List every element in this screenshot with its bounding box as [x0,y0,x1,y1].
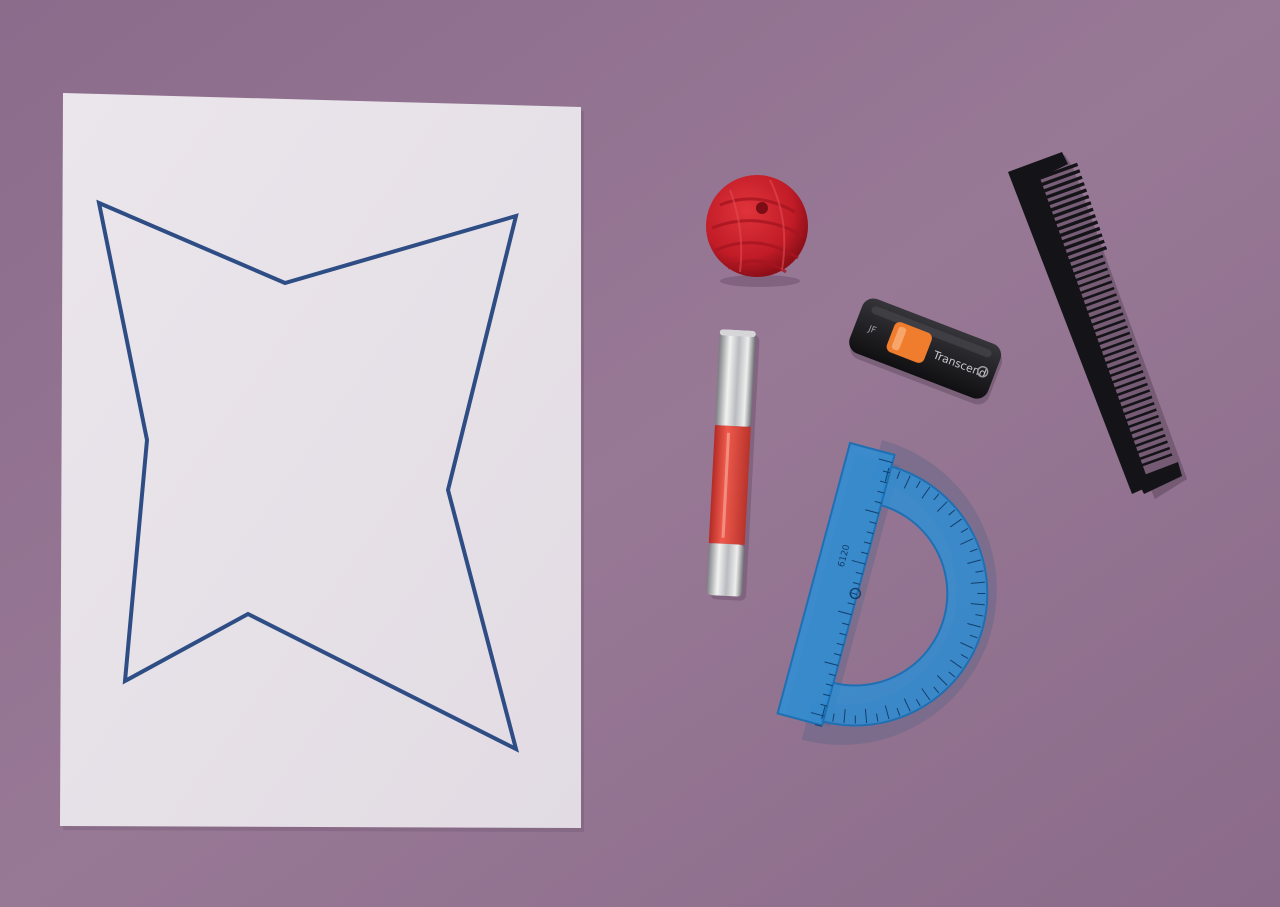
lipstick-body [708,425,751,545]
paper-sheet [60,93,584,832]
lipstick-base [706,543,745,597]
photo-scene: JF Transcend 6120 [0,0,1280,907]
lipstick-cap [715,329,756,427]
